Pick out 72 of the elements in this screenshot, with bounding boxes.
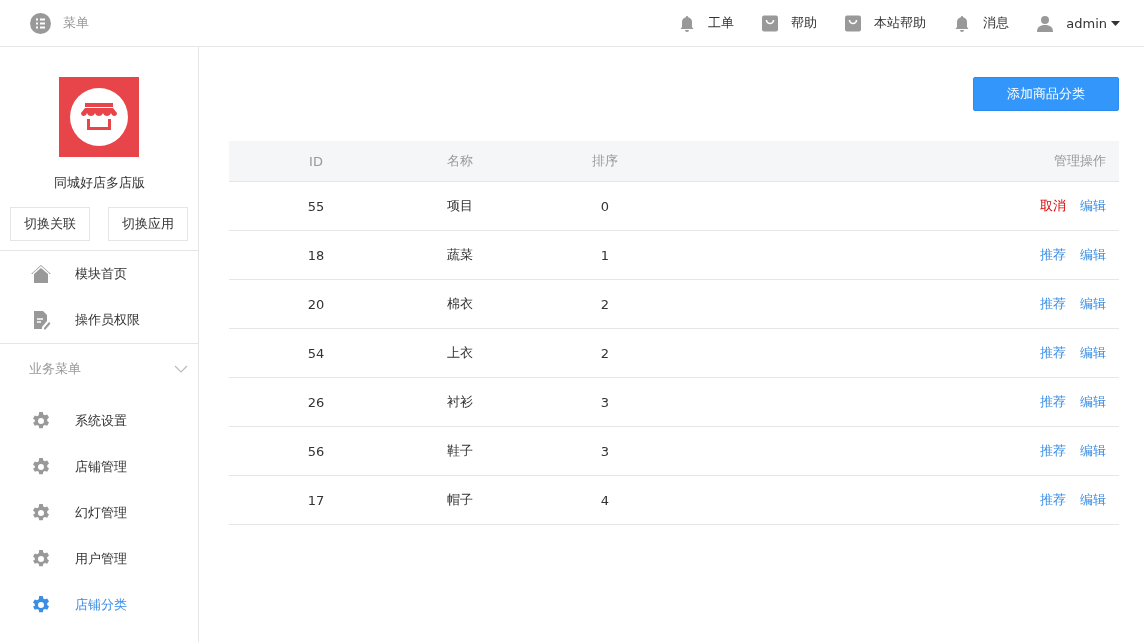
sidebar-item[interactable]: 用户管理 — [0, 536, 198, 582]
edit-link[interactable]: 编辑 — [1080, 344, 1106, 362]
column-header: 名称 — [447, 152, 474, 170]
edit-link[interactable]: 编辑 — [1080, 295, 1106, 313]
gear-icon — [31, 503, 51, 523]
house-icon — [31, 264, 51, 284]
table-cell-text: 2 — [599, 345, 611, 361]
sidebar-item[interactable]: 操作员权限 — [0, 297, 198, 343]
table-cell-text: 56 — [306, 443, 326, 459]
table-cell-text: 20 — [306, 296, 326, 312]
menu-group-header[interactable]: 业务菜单 — [0, 344, 198, 394]
table-cell-text: 17 — [306, 492, 326, 508]
recommend-link[interactable]: 推荐 — [1040, 344, 1066, 362]
table-cell-text: 26 — [306, 394, 326, 410]
edit-link[interactable]: 编辑 — [1080, 393, 1106, 411]
table-cell-text: 帽子 — [447, 491, 474, 509]
gear-icon — [31, 595, 51, 615]
bell-icon — [679, 14, 696, 32]
table-cell-text: 蔬菜 — [447, 246, 474, 264]
gear-icon — [31, 549, 51, 569]
table-cell-text: 棉衣 — [447, 295, 474, 313]
menu-label: 菜单 — [63, 14, 89, 32]
sidebar-item[interactable]: 幻灯管理 — [0, 490, 198, 536]
menu-icon[interactable] — [30, 12, 51, 34]
recommend-link[interactable]: 推荐 — [1040, 491, 1066, 509]
table-cell-text: 2 — [599, 296, 611, 312]
nav-link[interactable]: 工单 — [679, 14, 735, 32]
recommend-link[interactable]: 推荐 — [1040, 442, 1066, 460]
bag-icon — [762, 14, 779, 32]
column-header: 管理操作 — [1053, 152, 1107, 170]
table-cell-text: 上衣 — [447, 344, 474, 362]
switch-button[interactable]: 切换关联 — [10, 207, 90, 241]
column-header: 排序 — [591, 152, 619, 170]
user-menu[interactable]: admin — [1037, 14, 1120, 32]
table-cell-text: 18 — [306, 247, 326, 263]
table-cell-text: 项目 — [447, 197, 474, 215]
sidebar-item[interactable]: 系统设置 — [0, 398, 198, 444]
caret-icon — [1111, 20, 1120, 26]
bag-icon — [845, 14, 862, 32]
cancel-link[interactable]: 取消 — [1040, 197, 1066, 215]
app-name: 同城好店多店版 — [53, 174, 145, 192]
sidebar-item[interactable]: 店铺管理 — [0, 444, 198, 490]
table-cell-text: 1 — [599, 247, 611, 263]
user-icon — [1037, 14, 1054, 32]
sidebar-item[interactable]: 店铺分类 — [0, 582, 198, 628]
table-cell-text: 鞋子 — [447, 442, 474, 460]
document-icon — [31, 310, 51, 330]
nav-link[interactable]: 本站帮助 — [845, 14, 927, 32]
edit-link[interactable]: 编辑 — [1080, 246, 1106, 264]
table-cell-text: 4 — [599, 492, 611, 508]
chevron-icon — [174, 365, 188, 373]
table-cell-text: 3 — [599, 443, 611, 459]
edit-link[interactable]: 编辑 — [1080, 491, 1106, 509]
edit-link[interactable]: 编辑 — [1080, 442, 1106, 460]
column-header: ID — [308, 153, 324, 169]
recommend-link[interactable]: 推荐 — [1040, 246, 1066, 264]
recommend-link[interactable]: 推荐 — [1040, 295, 1066, 313]
table-cell-text: 0 — [599, 198, 611, 214]
table-cell-text: 55 — [306, 198, 326, 214]
table-cell-text: 54 — [306, 345, 326, 361]
gear-icon — [31, 411, 51, 431]
nav-link[interactable]: 消息 — [954, 14, 1010, 32]
sidebar-item[interactable]: 模块首页 — [0, 251, 198, 297]
bell-icon — [954, 14, 971, 32]
nav-link[interactable]: 帮助 — [762, 14, 818, 32]
edit-link[interactable]: 编辑 — [1080, 197, 1106, 215]
add-category-button[interactable]: 添加商品分类 — [973, 77, 1119, 111]
switch-button[interactable]: 切换应用 — [108, 207, 188, 241]
recommend-link[interactable]: 推荐 — [1040, 393, 1066, 411]
table-cell-text: 衬衫 — [447, 393, 474, 411]
gear-icon — [31, 457, 51, 477]
table-cell-text: 3 — [599, 394, 611, 410]
